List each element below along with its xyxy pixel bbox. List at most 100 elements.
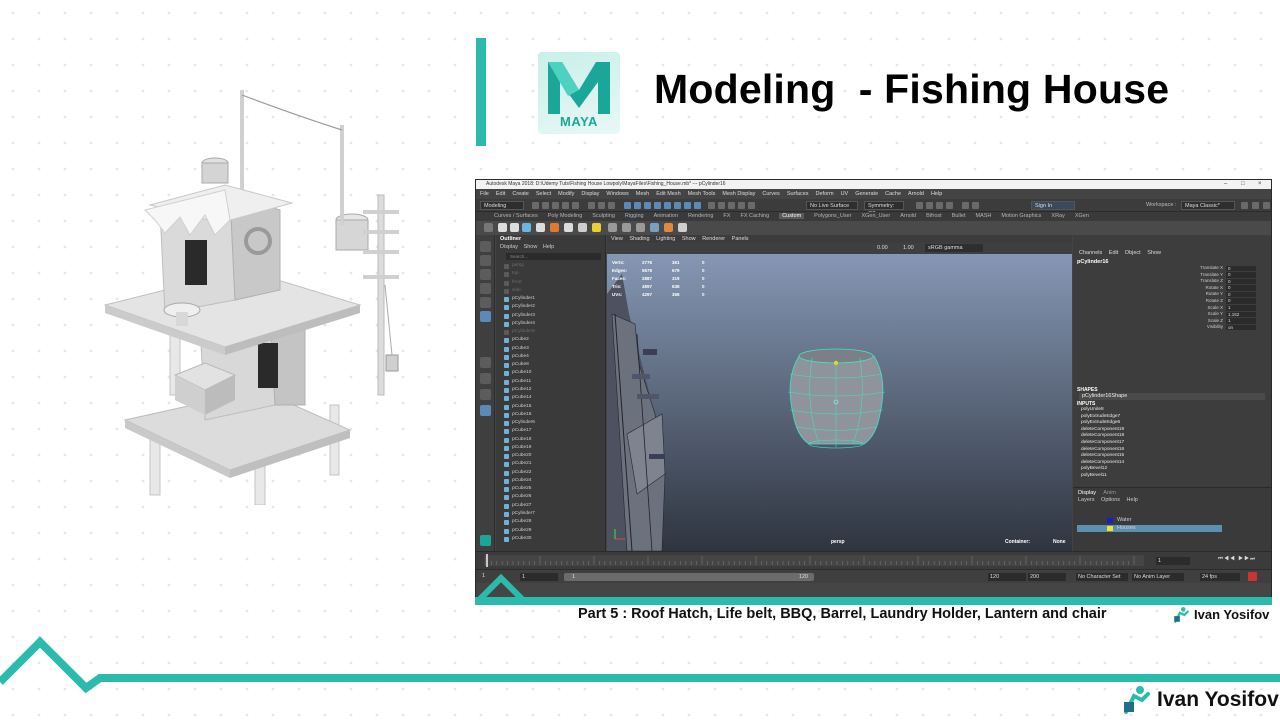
menu-arnold[interactable]: Arnold [908,191,924,197]
outliner-item[interactable]: pCube11 [504,378,604,386]
mask-icon-3[interactable] [644,202,651,209]
menu-deform[interactable]: Deform [816,191,834,197]
viewport-panel[interactable]: View Shading Lighting Show Renderer Pane… [607,235,1072,551]
lasso-tool-icon[interactable] [480,255,491,266]
shelf-mesh-icon[interactable] [522,223,531,232]
menu-edit[interactable]: Edit [496,191,505,197]
shelf-pf-icon[interactable] [510,223,519,232]
shape-node[interactable]: pCylinder16Shape [1079,393,1265,400]
shelf-tab-custom[interactable]: Custom [779,213,805,219]
attribute-value-field[interactable]: on [1226,324,1256,331]
shelf-tab-bifrost[interactable]: Bifrost [926,213,942,219]
viewport-menu-show[interactable]: Show [682,236,696,242]
playback-controls-icon[interactable]: ⏮◀◀ ▶▶⏭ [1218,556,1256,563]
shelf-tab-fx[interactable]: FX [723,213,730,219]
outliner-item[interactable]: pCube25 [504,485,604,493]
shelf-tab-mash[interactable]: MASH [975,213,991,219]
outliner-item[interactable]: pCube26 [504,493,604,501]
shelf-fr-icon[interactable] [564,223,573,232]
anim-layer-dropdown[interactable]: No Anim Layer [1132,573,1184,581]
input-node[interactable]: deleteComponent18 [1081,433,1124,440]
outliner-item[interactable]: pCube3 [504,345,604,353]
mask-icon-2[interactable] [634,202,641,209]
shelf-tab-rigging[interactable]: Rigging [625,213,644,219]
attribute-value-field[interactable]: 1.152 [1226,311,1256,318]
outliner-item[interactable]: pCube14 [504,394,604,402]
outliner-item[interactable]: pCylinder5 [504,328,604,336]
shelf-cp-icon[interactable] [498,223,507,232]
shelf-material-icon[interactable] [578,223,587,232]
layer-row[interactable]: Water [1077,517,1222,524]
outliner-item[interactable]: pCube12 [504,386,604,394]
shelf-tab-arnold[interactable]: Arnold [900,213,916,219]
current-frame-field[interactable]: 1 [1156,557,1190,565]
outliner-item[interactable]: pCube24 [504,477,604,485]
outliner-item[interactable]: pCube27 [504,502,604,510]
menu-help[interactable]: Help [931,191,942,197]
mode-dropdown[interactable]: Modeling [480,201,524,210]
ipr-render-icon[interactable] [926,202,933,209]
shelf-tab-bullet[interactable]: Bullet [952,213,966,219]
attribute-value-field[interactable]: 0 [1226,291,1256,298]
outliner-item[interactable]: pCube18 [504,436,604,444]
construction-history-icon[interactable] [962,202,969,209]
menu-select[interactable]: Select [536,191,551,197]
outliner-layout-icon[interactable] [480,389,491,400]
shelf-script-icon[interactable] [678,223,687,232]
outliner-item[interactable]: pCylinder6 [504,419,604,427]
viewport-menu-lighting[interactable]: Lighting [656,236,675,242]
select-object-icon[interactable] [598,202,605,209]
input-node[interactable]: deleteComponent17 [1081,440,1124,447]
single-view-icon[interactable] [480,357,491,368]
shelf-wave-icon[interactable] [622,223,631,232]
shelf-lattice-icon[interactable] [636,223,645,232]
attribute-value-field[interactable]: 0 [1226,285,1256,291]
minimize-icon[interactable]: – [1224,180,1227,189]
outliner-item[interactable]: pCube19 [504,444,604,452]
input-node[interactable]: polyUnite8 [1081,407,1124,414]
select-tool-icon[interactable] [480,241,491,252]
shelf-all-icon[interactable] [536,223,545,232]
shelf-tab-rendering[interactable]: Rendering [688,213,713,219]
hypershade-icon[interactable] [946,202,953,209]
snap-surface-icon[interactable] [748,202,755,209]
menu-display[interactable]: Display [581,191,599,197]
tab-display[interactable]: Display [1078,490,1096,496]
shelf-tab-xgen[interactable]: XGen [1075,213,1089,219]
selected-barrel[interactable] [787,348,886,449]
mask-icon-7[interactable] [684,202,691,209]
outliner-item[interactable]: pCube8 [504,361,604,369]
shelf-grid-icon[interactable] [650,223,659,232]
mask-icon-4[interactable] [654,202,661,209]
shelf-gear-icon[interactable] [484,223,493,232]
outliner-item[interactable]: pCube29 [504,527,604,535]
menu-generate[interactable]: Generate [855,191,878,197]
menu-cache[interactable]: Cache [885,191,901,197]
shelf-sphere-icon[interactable] [550,223,559,232]
menu-file[interactable]: File [480,191,489,197]
channel-menu-object[interactable]: Object [1125,250,1141,256]
move-tool-icon[interactable] [480,283,491,294]
mask-icon-8[interactable] [694,202,701,209]
menu-mesh-tools[interactable]: Mesh Tools [688,191,716,197]
tab-anim[interactable]: Anim [1103,490,1116,496]
render-icon[interactable] [916,202,923,209]
viewport-menu-panels[interactable]: Panels [732,236,749,242]
menu-windows[interactable]: Windows [606,191,628,197]
gamma-exposure-field[interactable]: 0.00 [877,245,888,251]
menu-mesh-display[interactable]: Mesh Display [722,191,755,197]
input-node[interactable]: polyBevel11 [1081,473,1124,480]
menu-modify[interactable]: Modify [558,191,574,197]
outliner-item[interactable]: pCube28 [504,518,604,526]
mask-icon-6[interactable] [674,202,681,209]
viewport-menu-view[interactable]: View [611,236,623,242]
attribute-value-field[interactable]: 1 [1226,305,1256,311]
select-component-icon[interactable] [608,202,615,209]
shelf-tab-curves-surfaces[interactable]: Curves / Surfaces [494,213,538,219]
time-slider[interactable]: 1 ⏮◀◀ ▶▶⏭ [476,551,1271,569]
attribute-editor-toggle-icon[interactable] [1252,202,1259,209]
range-bar[interactable]: 1 120 [564,573,814,581]
outliner-search-input[interactable]: Search... [506,253,601,260]
scale-tool-icon[interactable] [480,311,491,322]
layer-row[interactable]: Houses [1077,525,1222,532]
